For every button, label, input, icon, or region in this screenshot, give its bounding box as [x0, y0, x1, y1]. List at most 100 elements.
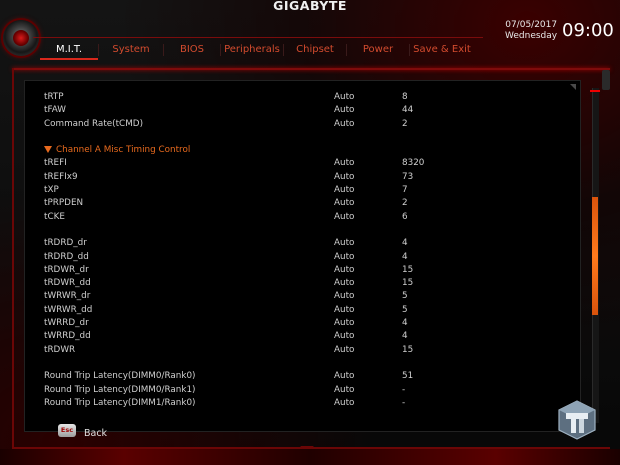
setting-value: 73 [402, 171, 414, 182]
list-item[interactable]: Command Rate(tCMD) Auto 2 [44, 118, 464, 131]
setting-mode[interactable]: Auto [334, 344, 354, 357]
setting-name: tRDWR_dr [44, 264, 89, 275]
setting-value: - [402, 397, 406, 408]
setting-name: tWRWR_dr [44, 291, 91, 302]
tab-system[interactable]: System [99, 42, 163, 58]
scrollbar-thumb[interactable] [592, 197, 598, 315]
setting-name: tFAW [44, 105, 66, 116]
setting-value: 15 [402, 344, 414, 355]
weekday-text: Wednesday [505, 31, 558, 41]
date-text: 07/05/2017 [505, 20, 558, 30]
list-item[interactable]: tRDWR_dr Auto 15 [44, 264, 464, 277]
setting-mode[interactable]: Auto [334, 397, 354, 410]
timing-list: tRTP Auto 8 tFAW Auto 44 Command Rate(tC… [44, 91, 464, 410]
setting-mode[interactable]: Auto [334, 304, 354, 317]
setting-name: Round Trip Latency(DIMM0/Rank0) [44, 371, 196, 382]
list-item[interactable]: tXP Auto 7 [44, 184, 464, 197]
list-item[interactable]: tRDRD_dr Auto 4 [44, 237, 464, 250]
setting-name: tWRRD_dr [44, 318, 89, 329]
list-item[interactable]: tREFI Auto 8320 [44, 157, 464, 170]
frame-right-cap [602, 70, 610, 90]
list-item[interactable]: Round Trip Latency(DIMM0/Rank1) Auto - [44, 384, 464, 397]
tab-peripherals[interactable]: Peripherals [221, 42, 283, 58]
list-item[interactable]: tWRRD_dr Auto 4 [44, 317, 464, 330]
time-text: 09:00 [562, 20, 614, 41]
setting-mode[interactable]: Auto [334, 330, 354, 343]
panel-corner-icon [570, 84, 576, 90]
list-item[interactable]: tRDWR Auto 15 [44, 344, 464, 357]
setting-name: tCKE [44, 211, 65, 222]
scrollbar-top-marker [590, 90, 600, 92]
setting-mode[interactable]: Auto [334, 317, 354, 330]
setting-value: 15 [402, 278, 414, 289]
tweaktown-logo-icon [558, 400, 596, 440]
setting-value: 8320 [402, 158, 425, 169]
setting-name: tRDRD_dd [44, 251, 89, 262]
setting-mode[interactable]: Auto [334, 171, 354, 184]
setting-mode[interactable]: Auto [334, 384, 354, 397]
frame-left [12, 68, 14, 448]
setting-mode[interactable]: Auto [334, 264, 354, 277]
setting-value: 4 [402, 318, 408, 329]
back-button[interactable]: Back [84, 428, 107, 439]
setting-mode[interactable]: Auto [334, 251, 354, 264]
setting-mode[interactable]: Auto [334, 290, 354, 303]
date-display: 07/05/2017 Wednesday [505, 20, 557, 42]
list-item[interactable]: tPRPDEN Auto 2 [44, 197, 464, 210]
setting-name: tREFI [44, 158, 67, 169]
list-item[interactable]: tRDWR_dd Auto 15 [44, 277, 464, 290]
setting-mode[interactable]: Auto [334, 197, 354, 210]
section-header[interactable]: Channel A Misc Timing Control [44, 144, 464, 157]
tab-chipset[interactable]: Chipset [284, 42, 346, 58]
list-item[interactable]: tRDRD_dd Auto 4 [44, 251, 464, 264]
setting-mode[interactable]: Auto [334, 157, 354, 170]
setting-mode[interactable]: Auto [334, 211, 354, 224]
setting-value: 4 [402, 331, 408, 342]
list-item[interactable]: Round Trip Latency(DIMM0/Rank0) Auto 51 [44, 370, 464, 383]
setting-name: tWRWR_dd [44, 304, 93, 315]
setting-name: tRTP [44, 92, 64, 102]
tab-mit[interactable]: M.I.T. [40, 42, 98, 58]
setting-mode[interactable]: Auto [334, 277, 354, 290]
section-title: Channel A Misc Timing Control [56, 145, 191, 156]
triangle-down-icon [44, 146, 52, 154]
active-tab-indicator [40, 58, 98, 60]
setting-mode[interactable]: Auto [334, 370, 354, 383]
setting-name: tRDWR_dd [44, 278, 91, 289]
list-item[interactable]: Round Trip Latency(DIMM1/Rank0) Auto - [44, 397, 464, 410]
setting-mode[interactable]: Auto [334, 104, 354, 117]
bottom-glow [0, 449, 620, 465]
tab-bios[interactable]: BIOS [164, 42, 220, 58]
frame-top [12, 68, 610, 70]
setting-value: 15 [402, 264, 414, 275]
setting-mode[interactable]: Auto [334, 118, 354, 131]
list-item[interactable]: tFAW Auto 44 [44, 104, 464, 117]
esc-key-icon[interactable]: Esc [58, 424, 76, 437]
setting-mode[interactable]: Auto [334, 237, 354, 250]
main-tabs: M.I.T. System BIOS Peripherals Chipset P… [40, 42, 474, 60]
setting-name: tWRRD_dd [44, 331, 91, 342]
tab-save-exit[interactable]: Save & Exit [410, 42, 474, 58]
setting-value: 51 [402, 371, 414, 382]
setting-name: Round Trip Latency(DIMM1/Rank0) [44, 397, 196, 408]
list-item[interactable]: tWRRD_dd Auto 4 [44, 330, 464, 343]
setting-value: 2 [402, 198, 408, 209]
setting-mode[interactable]: Auto [334, 91, 354, 104]
setting-value: - [402, 384, 406, 395]
setting-value: 44 [402, 105, 414, 116]
list-item[interactable]: tWRWR_dd Auto 5 [44, 304, 464, 317]
list-item[interactable]: tCKE Auto 6 [44, 211, 464, 224]
list-item[interactable]: tREFIx9 Auto 73 [44, 171, 464, 184]
list-item[interactable]: tRTP Auto 8 [44, 91, 464, 104]
setting-mode[interactable]: Auto [334, 184, 354, 197]
setting-name: tRDRD_dr [44, 238, 87, 249]
brand-title: GIGABYTE [273, 0, 347, 13]
setting-value: 7 [402, 185, 408, 196]
setting-name: tRDWR [44, 344, 76, 355]
tab-power[interactable]: Power [347, 42, 409, 58]
setting-value: 5 [402, 291, 408, 302]
setting-value: 4 [402, 238, 408, 249]
setting-name: Command Rate(tCMD) [44, 118, 143, 129]
setting-value: 8 [402, 92, 408, 102]
list-item[interactable]: tWRWR_dr Auto 5 [44, 290, 464, 303]
